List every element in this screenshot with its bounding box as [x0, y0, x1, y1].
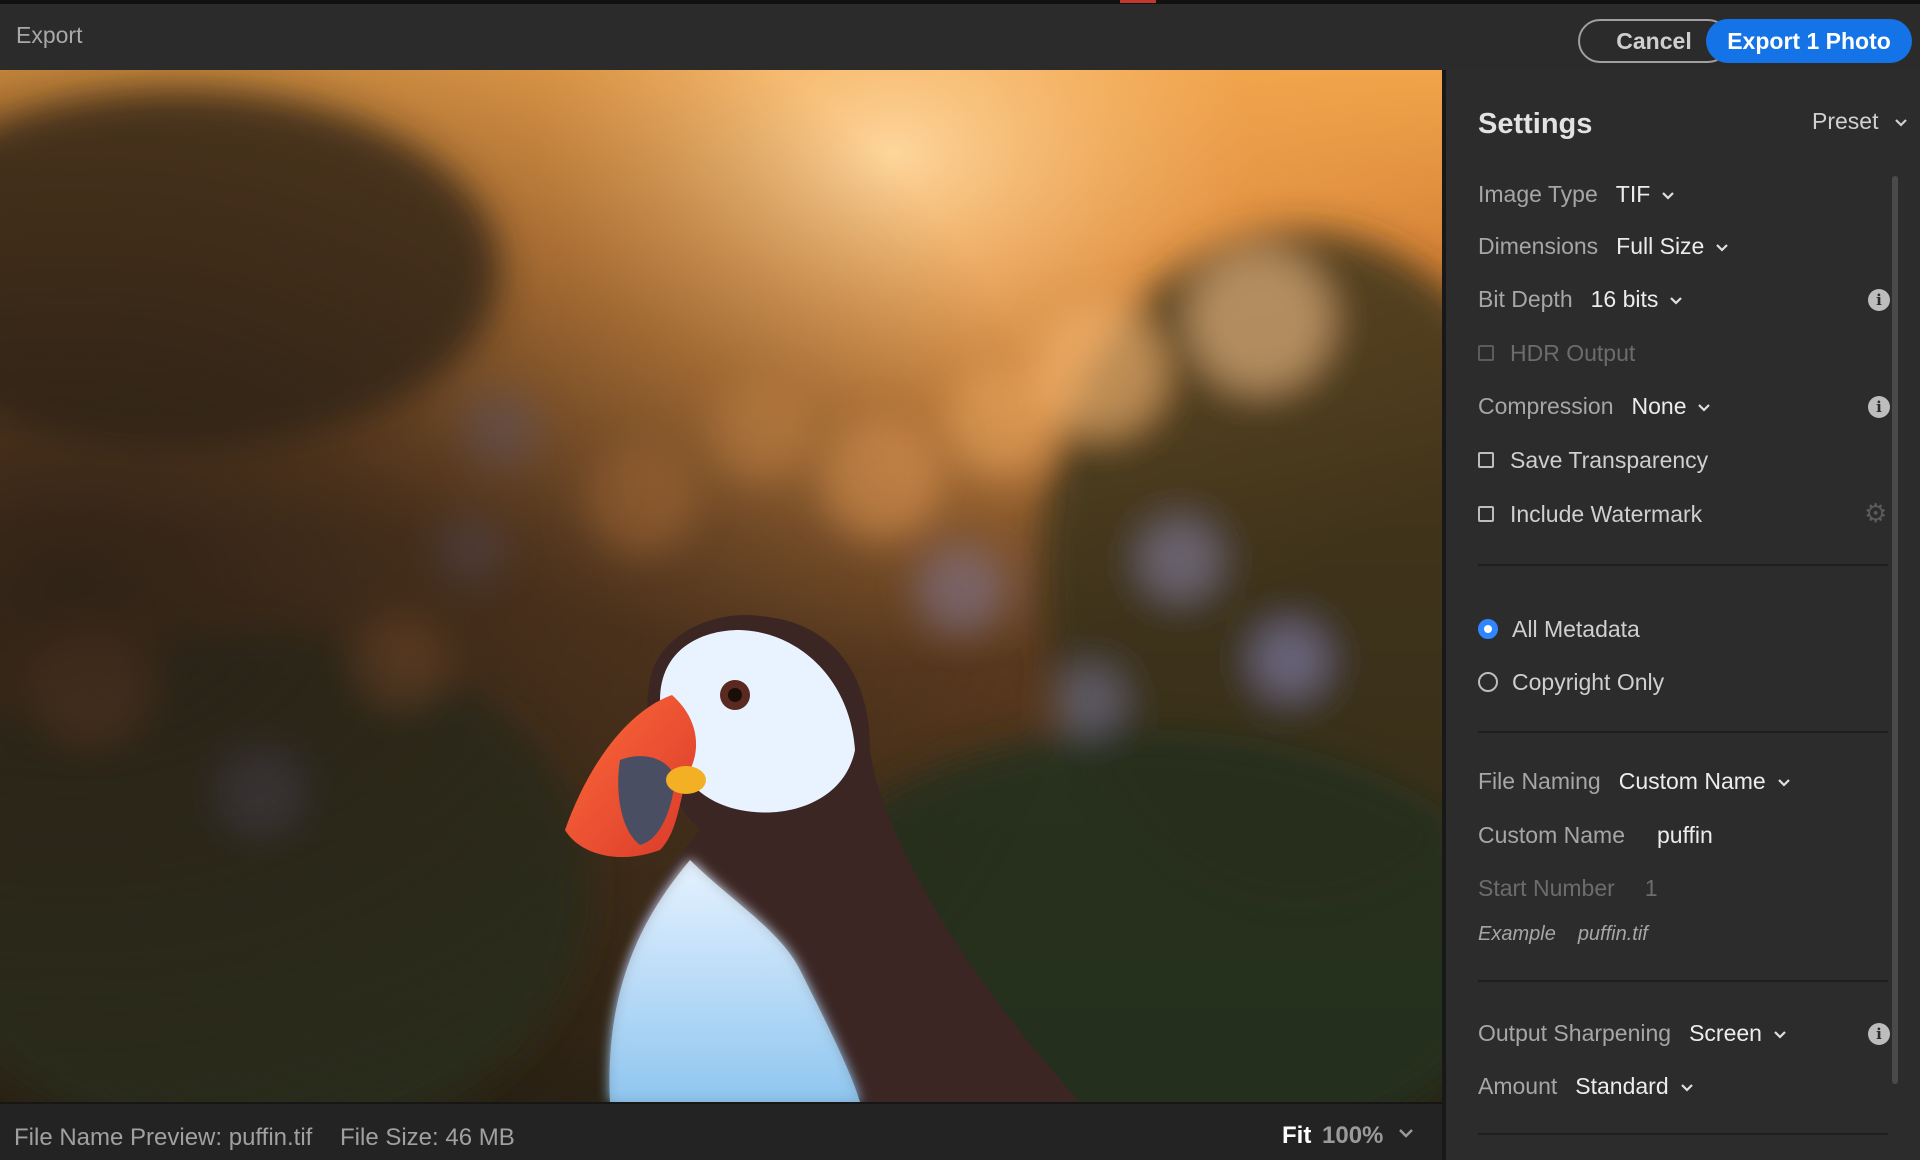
image-type-row: Image Type TIF — [1478, 179, 1676, 209]
zoom-fit-button[interactable]: Fit — [1282, 1122, 1311, 1150]
chevron-down-icon — [1716, 244, 1729, 252]
chevron-down-icon — [1662, 192, 1675, 200]
bit-depth-info-icon[interactable]: i — [1868, 289, 1890, 311]
chevron-down-icon — [1774, 1031, 1786, 1039]
dimensions-dropdown[interactable]: Full Size — [1616, 233, 1730, 259]
section-divider — [1478, 564, 1888, 566]
custom-name-row: Custom Name puffin — [1478, 820, 1713, 850]
copyright-only-radio[interactable] — [1478, 671, 1498, 692]
copyright-only-row: Copyright Only — [1478, 667, 1664, 697]
dimensions-label: Dimensions — [1478, 233, 1599, 259]
include-watermark-label: Include Watermark — [1510, 501, 1703, 527]
file-naming-row: File Naming Custom Name — [1478, 766, 1792, 796]
custom-name-label: Custom Name — [1478, 822, 1625, 848]
save-transparency-checkbox[interactable] — [1478, 451, 1494, 468]
chevron-down-icon[interactable] — [1397, 1124, 1415, 1142]
chevron-down-icon — [1680, 1084, 1693, 1092]
preset-label: Preset — [1812, 108, 1879, 134]
section-divider — [1478, 731, 1888, 733]
dimensions-value: Full Size — [1616, 233, 1705, 259]
chevron-down-icon — [1777, 779, 1790, 787]
image-type-label: Image Type — [1478, 181, 1598, 207]
image-type-value: TIF — [1615, 181, 1651, 207]
bit-depth-dropdown[interactable]: 16 bits — [1591, 286, 1685, 312]
compression-dropdown[interactable]: None — [1632, 393, 1713, 419]
status-bar: File Name Preview: puffin.tif File Size:… — [0, 1102, 1446, 1160]
example-value: puffin.tif — [1577, 923, 1648, 945]
settings-title: Settings — [1478, 108, 1593, 140]
amount-label: Amount — [1478, 1073, 1558, 1099]
photo-preview[interactable] — [0, 70, 1442, 1102]
dimensions-row: Dimensions Full Size — [1478, 231, 1730, 261]
window-title: Export — [16, 22, 83, 48]
chevron-down-icon — [1670, 297, 1683, 305]
save-transparency-row: Save Transparency — [1478, 445, 1708, 475]
zoom-percent-button[interactable]: 100% — [1322, 1122, 1383, 1150]
section-divider — [1478, 1133, 1888, 1135]
settings-panel: Settings Preset Image Type TIF Dimensions… — [1446, 70, 1920, 1160]
panel-scrollbar[interactable] — [1892, 176, 1898, 1084]
start-number-row: Start Number 1 — [1478, 873, 1658, 903]
output-sharpening-row: Output Sharpening Screen — [1478, 1018, 1788, 1048]
sharpening-info-icon[interactable]: i — [1868, 1023, 1890, 1045]
chevron-down-icon — [1698, 404, 1711, 412]
window-accent — [1120, 0, 1156, 3]
image-type-dropdown[interactable]: TIF — [1616, 181, 1677, 207]
start-number-input[interactable]: 1 — [1645, 875, 1658, 901]
bit-depth-value: 16 bits — [1590, 286, 1659, 312]
hdr-output-label: HDR Output — [1510, 340, 1636, 366]
title-bar: Export Cancel Export 1 Photo — [0, 0, 1920, 70]
file-naming-label: File Naming — [1478, 768, 1601, 794]
puffin-photo — [0, 70, 1442, 1102]
include-watermark-row: Include Watermark — [1478, 499, 1702, 529]
amount-row: Amount Standard — [1478, 1071, 1695, 1101]
all-metadata-label: All Metadata — [1512, 616, 1640, 642]
amount-dropdown[interactable]: Standard — [1575, 1073, 1694, 1099]
output-sharpening-dropdown[interactable]: Screen — [1689, 1020, 1788, 1046]
all-metadata-radio[interactable] — [1478, 618, 1498, 639]
hdr-output-checkbox[interactable] — [1478, 344, 1494, 361]
bit-depth-row: Bit Depth 16 bits — [1478, 284, 1684, 314]
file-name-example: Example puffin.tif — [1478, 923, 1648, 946]
include-watermark-checkbox[interactable] — [1478, 505, 1494, 522]
compression-label: Compression — [1478, 393, 1614, 419]
amount-value: Standard — [1575, 1073, 1669, 1099]
preset-dropdown[interactable]: Preset — [1812, 108, 1909, 135]
example-label: Example — [1478, 923, 1556, 945]
start-number-label: Start Number — [1478, 875, 1615, 901]
section-divider — [1478, 980, 1888, 982]
export-button[interactable]: Export 1 Photo — [1706, 19, 1912, 63]
output-sharpening-value: Screen — [1689, 1020, 1762, 1046]
chevron-down-icon — [1895, 119, 1907, 127]
file-naming-value: Custom Name — [1618, 768, 1766, 794]
all-metadata-row: All Metadata — [1478, 614, 1640, 644]
hdr-output-row: HDR Output — [1478, 338, 1635, 368]
compression-row: Compression None — [1478, 391, 1712, 421]
compression-value: None — [1631, 393, 1687, 419]
copyright-only-label: Copyright Only — [1512, 669, 1665, 695]
bit-depth-label: Bit Depth — [1478, 286, 1573, 312]
output-sharpening-label: Output Sharpening — [1478, 1020, 1672, 1046]
save-transparency-label: Save Transparency — [1510, 447, 1709, 473]
file-naming-dropdown[interactable]: Custom Name — [1619, 768, 1792, 794]
custom-name-input[interactable]: puffin — [1657, 822, 1713, 848]
file-size: File Size: 46 MB — [340, 1124, 515, 1151]
compression-info-icon[interactable]: i — [1868, 396, 1890, 418]
gear-icon[interactable]: ⚙ — [1864, 498, 1887, 529]
file-name-preview: File Name Preview: puffin.tif — [14, 1124, 313, 1151]
